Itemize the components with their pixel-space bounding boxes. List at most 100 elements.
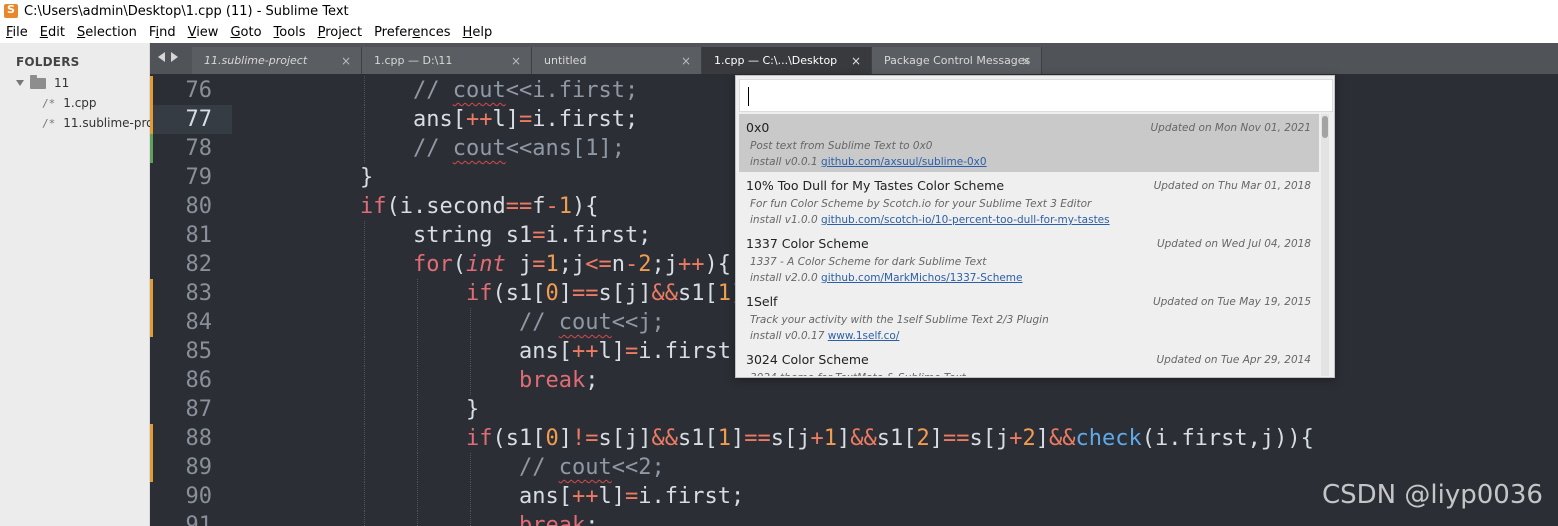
package-description: Track your activity with the 1self Subli… [750, 314, 1049, 326]
line-number: 79 [185, 165, 213, 190]
package-version: install v2.0.0 [750, 272, 822, 284]
menu-tools[interactable]: Tools [274, 25, 306, 40]
close-icon[interactable]: × [681, 54, 691, 68]
indent-guide [417, 424, 418, 453]
line-number: 88 [185, 426, 213, 451]
tab-label: 11.sublime-project [204, 54, 308, 67]
package-description: For fun Color Scheme by Scotch.io for yo… [750, 198, 1092, 210]
menu-edit[interactable]: Edit [40, 25, 65, 40]
package-list-item[interactable]: 1337 Color Scheme Updated on Wed Jul 04, … [739, 230, 1319, 288]
indent-guide [364, 134, 365, 163]
palette-input-field[interactable] [740, 80, 1332, 111]
indent-guide [364, 453, 365, 482]
tab-1cpp-d11[interactable]: 1.cpp — D:\11 × [362, 47, 532, 74]
package-install-info: install v2.0.0 github.com/MarkMichos/133… [750, 272, 1023, 284]
file-code-icon: /* [42, 96, 56, 110]
package-link[interactable]: github.com/MarkMichos/1337-Scheme [821, 272, 1022, 284]
tab-scroll-left-icon[interactable] [158, 52, 165, 62]
indent-guide [364, 250, 365, 279]
line-number: 87 [185, 397, 213, 422]
code-line: // cout<<j; [519, 310, 665, 335]
code-line: ans[++l]=i.first; [413, 107, 639, 132]
package-list-item[interactable]: 0x0 Updated on Mon Nov 01, 2021 Post text … [739, 114, 1319, 172]
package-updated-date: Updated on Mon Nov 01, 2021 [1150, 122, 1311, 134]
indent-guide [470, 366, 471, 395]
code-line: for(int j=1;j<=n-2;j++){ [413, 252, 731, 277]
line-number: 81 [185, 223, 213, 248]
code-line: } [466, 397, 480, 422]
package-list-item[interactable]: 10% Too Dull for My Tastes Color Scheme U… [739, 172, 1319, 230]
close-icon[interactable]: × [511, 54, 521, 68]
indent-guide [364, 76, 365, 105]
code-line: if(s1[0]!=s[j]&&s1[1]==s[j+1]&&s1[2]==s[… [466, 426, 1314, 451]
close-icon[interactable]: × [851, 54, 861, 68]
sidebar-folder-11[interactable]: 11 [16, 74, 69, 90]
palette-search-input[interactable] [739, 79, 1333, 112]
line-number: 90 [185, 484, 213, 509]
sidebar: FOLDERS 11 /* 1.cpp /* 11.sublime-projec… [0, 43, 176, 526]
caret-down-icon[interactable] [16, 80, 24, 86]
sublime-text-icon [4, 3, 18, 18]
tab-1cpp-desktop[interactable]: 1.cpp — C:\...\Desktop × [702, 47, 872, 74]
install-package-palette: 0x0 Updated on Mon Nov 01, 2021 Post text … [735, 75, 1335, 378]
code-line: // cout<<i.first; [413, 78, 639, 103]
sidebar-file-1cpp[interactable]: /* 1.cpp [42, 96, 97, 110]
tab-label: untitled [544, 54, 587, 67]
indent-guide [417, 395, 418, 424]
scrollbar-thumb[interactable] [1322, 116, 1328, 138]
git-change-marker [150, 105, 153, 134]
indent-guide [364, 482, 365, 511]
line-number: 89 [185, 455, 213, 480]
menu-help[interactable]: Help [463, 25, 493, 40]
palette-scrollbar[interactable] [1321, 114, 1329, 376]
indent-guide [364, 424, 365, 453]
package-list-item[interactable]: 1Self Updated on Tue May 19, 2015 Track yo… [739, 288, 1319, 346]
package-list: 0x0 Updated on Mon Nov 01, 2021 Post text … [739, 114, 1319, 376]
close-icon[interactable]: × [341, 54, 351, 68]
menu-view[interactable]: View [188, 25, 219, 40]
menu-goto[interactable]: Goto [230, 25, 261, 40]
tab-label: 1.cpp — C:\...\Desktop [714, 54, 838, 67]
line-number: 84 [185, 310, 213, 335]
indent-guide [417, 308, 418, 337]
line-number: 86 [185, 368, 213, 393]
tab-scroll-right-icon[interactable] [171, 52, 178, 62]
tab-untitled[interactable]: untitled × [532, 47, 702, 74]
package-link[interactable]: github.com/axsuul/sublime-0x0 [821, 156, 987, 168]
code-line: // cout<<2; [519, 455, 665, 480]
package-link[interactable]: github.com/scotch-io/10-percent-too-dull… [821, 214, 1110, 226]
package-install-info: install v1.0.0 github.com/scotch-io/10-p… [750, 214, 1110, 226]
git-change-marker [150, 279, 153, 308]
indent-guide [364, 395, 365, 424]
indent-guide [470, 511, 471, 526]
package-list-item[interactable]: 3024 Color Scheme Updated on Tue Apr 29, … [739, 346, 1319, 376]
indent-guide [470, 453, 471, 482]
package-link[interactable]: www.1self.co/ [828, 330, 900, 342]
tab-sublime-project[interactable]: 11.sublime-project × [192, 47, 362, 74]
git-change-marker [150, 308, 153, 337]
code-line: break; [519, 368, 599, 393]
code-line: // cout<<ans[1]; [413, 136, 625, 161]
indent-guide [364, 511, 365, 526]
menu-project[interactable]: Project [318, 25, 363, 40]
package-version: install v1.0.0 [750, 214, 822, 226]
package-version: install v0.0.1 [750, 156, 822, 168]
package-name: 0x0 [746, 120, 770, 135]
text-caret [748, 87, 749, 106]
package-name: 10% Too Dull for My Tastes Color Scheme [746, 178, 1005, 193]
menu-find[interactable]: Find [149, 25, 176, 40]
close-icon[interactable]: × [1021, 54, 1031, 68]
tab-label: 1.cpp — D:\11 [374, 54, 453, 67]
indent-guide [417, 337, 418, 366]
tab-package-control-messages[interactable]: Package Control Messages × [872, 47, 1042, 74]
git-change-marker [150, 453, 153, 482]
folder-open-icon [30, 74, 46, 89]
line-number-gutter: 76 77 78 79 80 81 82 83 84 85 86 87 88 89 90 91 [150, 74, 232, 526]
package-description: 3024 theme for TextMate & Sublime Text [750, 372, 966, 376]
menu-preferences[interactable]: Preferences [374, 25, 450, 40]
tab-navigation [158, 52, 184, 62]
menu-selection[interactable]: Selection [77, 25, 137, 40]
indent-guide [470, 337, 471, 366]
git-change-marker [150, 424, 153, 453]
menu-file[interactable]: File [6, 25, 28, 40]
